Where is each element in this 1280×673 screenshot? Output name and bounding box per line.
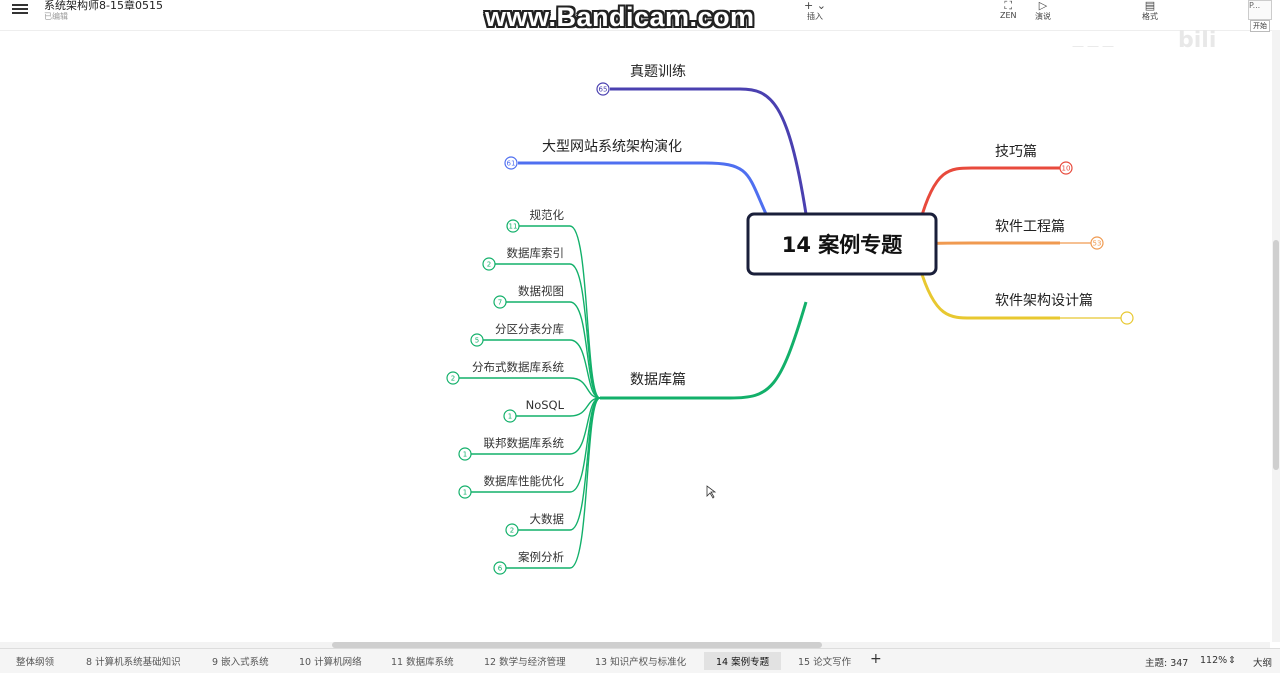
add-sheet-button[interactable]: + — [870, 651, 882, 667]
collapse-count-badge — [1120, 311, 1134, 325]
topic-count: 主题: 347 — [1145, 658, 1189, 669]
badge-count: 2 — [510, 527, 514, 535]
right-topic-1[interactable]: 软件工程篇 — [995, 219, 1065, 235]
mouse-cursor-icon — [706, 485, 717, 499]
plus-icon: + ⌄ — [804, 0, 826, 12]
bilibili-text-watermark: 一一一 — [1072, 40, 1118, 54]
badge-count: 1 — [463, 451, 467, 459]
badge-count: 2 — [451, 375, 455, 383]
badge-count: 2 — [487, 261, 491, 269]
badge-count: 7 — [498, 299, 502, 307]
present-button[interactable]: ▷ 演说 — [1035, 0, 1051, 22]
zoom-level[interactable]: 112% — [1200, 655, 1227, 666]
topic-0[interactable]: 真题训练 — [630, 64, 686, 80]
hamburger-menu-icon[interactable] — [12, 2, 28, 16]
sheet-tab[interactable]: 15 论文写作 — [798, 654, 851, 668]
play-icon: ▷ — [1038, 0, 1048, 12]
right-topic-0[interactable]: 技巧篇 — [995, 144, 1037, 160]
badge-count: 53 — [1093, 240, 1102, 248]
insert-button[interactable]: + ⌄ 插入 — [804, 0, 826, 22]
database-topic[interactable]: 数据库篇 — [630, 372, 686, 388]
zoom-stepper-icon[interactable]: ⇕ — [1228, 655, 1236, 666]
badge-count: 10 — [1062, 165, 1071, 173]
format-button[interactable]: ▤ 格式 — [1142, 0, 1158, 22]
branch-line — [918, 166, 1060, 223]
badge-count: 65 — [599, 86, 608, 94]
badge-count: 1 — [463, 489, 467, 497]
subtopic-4[interactable]: 分布式数据库系统 — [472, 360, 564, 374]
badge-count: 6 — [498, 565, 503, 573]
branch-line — [518, 161, 768, 215]
sheet-tab[interactable]: 9 嵌入式系统 — [212, 654, 269, 668]
zen-button[interactable]: ⛶ ZEN — [1000, 0, 1017, 20]
subtopic-1[interactable]: 数据库索引 — [507, 246, 565, 260]
right-topic-2[interactable]: 软件架构设计篇 — [995, 293, 1093, 309]
subtopic-7[interactable]: 数据库性能优化 — [484, 474, 565, 488]
format-panel-icon: ▤ — [1144, 0, 1156, 12]
subtopic-9[interactable]: 案例分析 — [518, 550, 564, 564]
bandicam-watermark: www.Bandicam.com — [485, 2, 755, 32]
badge-count: 11 — [509, 223, 518, 231]
subtopic-5[interactable]: NoSQL — [526, 398, 565, 412]
subtopic-0[interactable]: 规范化 — [530, 208, 565, 222]
subtopic-2[interactable]: 数据视图 — [518, 284, 564, 298]
sheet-tab[interactable]: 14 案例专题 — [704, 652, 782, 670]
fullscreen-icon: ⛶ — [1004, 0, 1013, 12]
outline-size-select[interactable]: 大纲 — [1253, 655, 1272, 669]
subtopic-8[interactable]: 大数据 — [530, 512, 565, 526]
sheet-tab[interactable]: 13 知识产权与标准化 — [595, 654, 686, 668]
document-status: 已编辑 — [44, 12, 68, 21]
mindmap: 真题训练65大型网站系统架构演化61技巧篇10软件工程篇53软件架构设计篇数据库… — [446, 64, 1134, 575]
sheet-tab-bar: 整体纲领 8 计算机系统基础知识 9 嵌入式系统 10 计算机网络 11 数据库系统 12… — [0, 648, 1280, 673]
bilibili-watermark: bili — [1178, 28, 1217, 53]
subtopic-line — [459, 377, 601, 399]
branch-line — [919, 241, 1060, 246]
vertical-scroll-thumb[interactable] — [1273, 240, 1279, 470]
sheet-tab[interactable]: 整体纲领 — [16, 654, 54, 668]
sheet-tab[interactable]: 8 计算机系统基础知识 — [86, 654, 181, 668]
topic-1[interactable]: 大型网站系统架构演化 — [542, 139, 682, 155]
badge-count: 5 — [475, 337, 479, 345]
subtopic-6[interactable]: 联邦数据库系统 — [484, 436, 565, 450]
sheet-tab[interactable]: 10 计算机网络 — [299, 654, 362, 668]
badge-count: 61 — [507, 160, 516, 168]
badge-count: 1 — [508, 413, 512, 421]
subtopic-3[interactable]: 分区分表分库 — [495, 322, 564, 336]
vertical-scrollbar[interactable] — [1272, 30, 1280, 642]
sheet-tab[interactable]: 11 数据库系统 — [391, 654, 454, 668]
sheet-tab[interactable]: 12 数学与经济管理 — [484, 654, 566, 668]
root-topic[interactable]: 14 案例专题 — [782, 233, 904, 257]
avatar[interactable]: P... — [1248, 0, 1272, 20]
mindmap-canvas[interactable]: 真题训练 65 大型网站系统架构演化 61 技巧篇 10 软件工程篇 53 软件架构设计篇 数据库… — [0, 30, 1270, 642]
